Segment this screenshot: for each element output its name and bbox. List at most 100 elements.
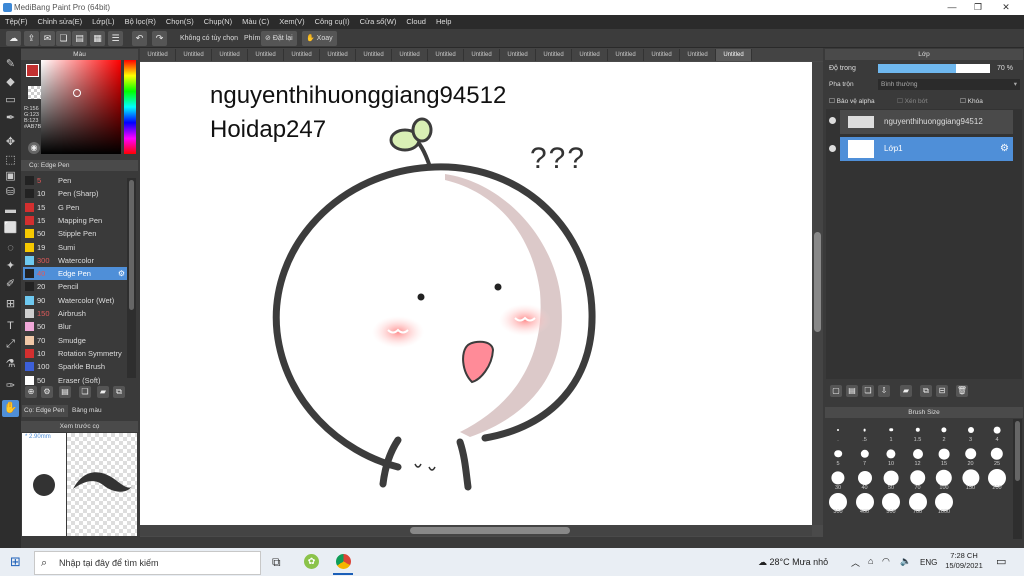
layer-row-text[interactable]: nguyenthihuonggiang94512	[840, 110, 1013, 134]
reset-button[interactable]: ⊘ Đặt lại	[261, 31, 297, 46]
opacity-slider[interactable]	[878, 64, 990, 73]
brush-size-option[interactable]: 5	[826, 443, 850, 467]
delete-icon[interactable]: 🗑	[956, 385, 968, 397]
list-icon[interactable]: ☰	[108, 31, 123, 46]
brush-size-option[interactable]: 7	[853, 443, 877, 467]
brush-size-option[interactable]: 30	[826, 467, 850, 491]
brush-size-option[interactable]: 12	[906, 443, 930, 467]
weather-widget[interactable]: ☁ 28°C Mưa nhỏ	[758, 557, 828, 568]
marquee-tool-icon[interactable]: ⬜	[2, 220, 19, 237]
brush-size-option[interactable]: 150	[959, 467, 983, 491]
page-icon[interactable]: ▤	[72, 31, 87, 46]
lasso-tool-icon[interactable]: ◌	[2, 240, 19, 257]
menu-edit[interactable]: Chỉnh sửa(E)	[33, 15, 88, 29]
tab-palette[interactable]: Bảng màu	[72, 405, 118, 417]
brush-size-scrollbar[interactable]	[1013, 419, 1022, 539]
text-tool-icon[interactable]: T	[2, 318, 19, 335]
brush-item[interactable]: 10 Pen (Sharp)	[23, 187, 128, 200]
folder-icon[interactable]: ▰	[900, 385, 912, 397]
layer-visibility-eye-icon[interactable]	[829, 145, 836, 152]
eraser-tool-icon[interactable]: ◆	[2, 74, 19, 91]
copy-icon[interactable]: ❏	[56, 31, 71, 46]
primary-color-swatch[interactable]	[26, 64, 39, 77]
brush-item[interactable]: 15 G Pen	[23, 201, 128, 214]
blend-select[interactable]: Bình thường ▾	[878, 79, 1020, 90]
brush-size-option[interactable]: 300	[826, 491, 850, 515]
layer-visibility-eye-icon[interactable]	[829, 117, 836, 124]
brush-size-option[interactable]: 70	[906, 467, 930, 491]
menu-help[interactable]: Help	[431, 15, 456, 29]
share-icon[interactable]: ⇪	[24, 31, 39, 46]
eyedropper-icon[interactable]: ✑	[2, 378, 19, 395]
protect-alpha-checkbox[interactable]: ☐ Bảo vệ alpha	[829, 97, 875, 105]
menu-window[interactable]: Cửa sổ(W)	[355, 15, 402, 29]
brush-item[interactable]: 5 Pen	[23, 174, 128, 187]
task-view-icon[interactable]: ⧉	[272, 555, 281, 570]
brush-size-option[interactable]: 1	[879, 419, 903, 443]
merge-icon[interactable]: ⊟	[936, 385, 948, 397]
menu-snap[interactable]: Chụp(N)	[199, 15, 237, 29]
brush-size-option[interactable]: 4	[985, 419, 1009, 443]
comment-icon[interactable]: ✉	[40, 31, 55, 46]
brush-item[interactable]: 150 Airbrush	[23, 307, 128, 320]
duplicate-icon[interactable]: ⧉	[920, 385, 932, 397]
notification-icon[interactable]: ▭	[996, 555, 1006, 568]
brush-size-option[interactable]: 20	[959, 443, 983, 467]
menu-color[interactable]: Màu (C)	[237, 15, 274, 29]
add-brush-icon[interactable]: ⊕	[25, 386, 37, 398]
brush-item[interactable]: 10 Rotation Symmetry	[23, 347, 128, 360]
tab-untitled[interactable]: Untitled	[608, 49, 644, 61]
brush-size-option[interactable]: 700	[906, 491, 930, 515]
gear-icon[interactable]: ⚙	[118, 267, 125, 280]
brush-size-option[interactable]: 1000	[932, 491, 956, 515]
select-pen-icon[interactable]: ✐	[2, 276, 19, 293]
brush-item[interactable]: 19 Sumi	[23, 241, 128, 254]
brush-size-option[interactable]: 500	[879, 491, 903, 515]
brush-folder-icon[interactable]: ▰	[97, 386, 109, 398]
brush-size-option[interactable]: 25	[985, 443, 1009, 467]
tab-untitled[interactable]: Untitled	[680, 49, 716, 61]
cloud-icon[interactable]: ☁	[6, 31, 21, 46]
gradient-tool-icon[interactable]: ▬	[2, 202, 19, 219]
brush-item[interactable]: 70 Smudge	[23, 334, 128, 347]
divide-tool-icon[interactable]: ⊞	[2, 296, 19, 313]
brush-item[interactable]: 40 Edge Pen ⚙	[23, 267, 128, 281]
brush-size-option[interactable]: .	[826, 419, 850, 443]
tab-untitled[interactable]: Untitled	[500, 49, 536, 61]
hand-tool-icon[interactable]: ✋	[2, 400, 19, 417]
tab-untitled[interactable]: Untitled	[248, 49, 284, 61]
tab-untitled[interactable]: Untitled	[644, 49, 680, 61]
undo-icon[interactable]: ↶	[132, 31, 147, 46]
layer-import-icon[interactable]: ⇩	[878, 385, 890, 397]
brush-size-option[interactable]: 1.5	[906, 419, 930, 443]
vertical-scrollbar[interactable]	[812, 62, 823, 525]
brush-copy-icon[interactable]: ⧉	[113, 386, 125, 398]
dropper-tool-icon[interactable]: ⚗	[2, 356, 19, 373]
redo-icon[interactable]: ↷	[152, 31, 167, 46]
menu-filter[interactable]: Bộ lọc(R)	[120, 15, 161, 29]
lock-checkbox[interactable]: ☐ Khóa	[960, 97, 983, 105]
horizontal-scrollbar[interactable]	[140, 525, 812, 536]
brush-file-icon[interactable]: ❏	[79, 386, 91, 398]
magic-wand-icon[interactable]: ✦	[2, 258, 19, 275]
wifi-icon[interactable]: ◠	[882, 556, 890, 567]
brush-size-option[interactable]: 40	[853, 467, 877, 491]
brush-item[interactable]: 50 Blur	[23, 320, 128, 333]
move-tool-icon[interactable]: ✥	[2, 134, 19, 151]
menu-select[interactable]: Chọn(S)	[161, 15, 199, 29]
brush-settings-icon[interactable]: ⚙	[41, 386, 53, 398]
brush-tool-icon[interactable]: ✎	[2, 56, 19, 73]
clock[interactable]: 7:28 CH 15/09/2021	[944, 551, 984, 571]
bucket-tool-icon[interactable]: ⛁	[2, 184, 19, 201]
menu-cloud[interactable]: Cloud	[401, 15, 431, 29]
brush-item[interactable]: 50 Stipple Pen	[23, 227, 128, 240]
chrome-taskbar-icon[interactable]	[336, 554, 351, 569]
brush-scrollbar[interactable]	[127, 178, 136, 378]
restore-icon[interactable]: ❐	[964, 0, 992, 15]
tab-untitled[interactable]: Untitled	[428, 49, 464, 61]
operation-tool-icon[interactable]: ⤢	[2, 336, 19, 353]
new-page-icon[interactable]: ▤	[846, 385, 858, 397]
clipping-checkbox[interactable]: ☐ Xén bớt	[897, 97, 928, 105]
brush-size-option[interactable]: 15	[932, 443, 956, 467]
tab-untitled[interactable]: Untitled	[176, 49, 212, 61]
